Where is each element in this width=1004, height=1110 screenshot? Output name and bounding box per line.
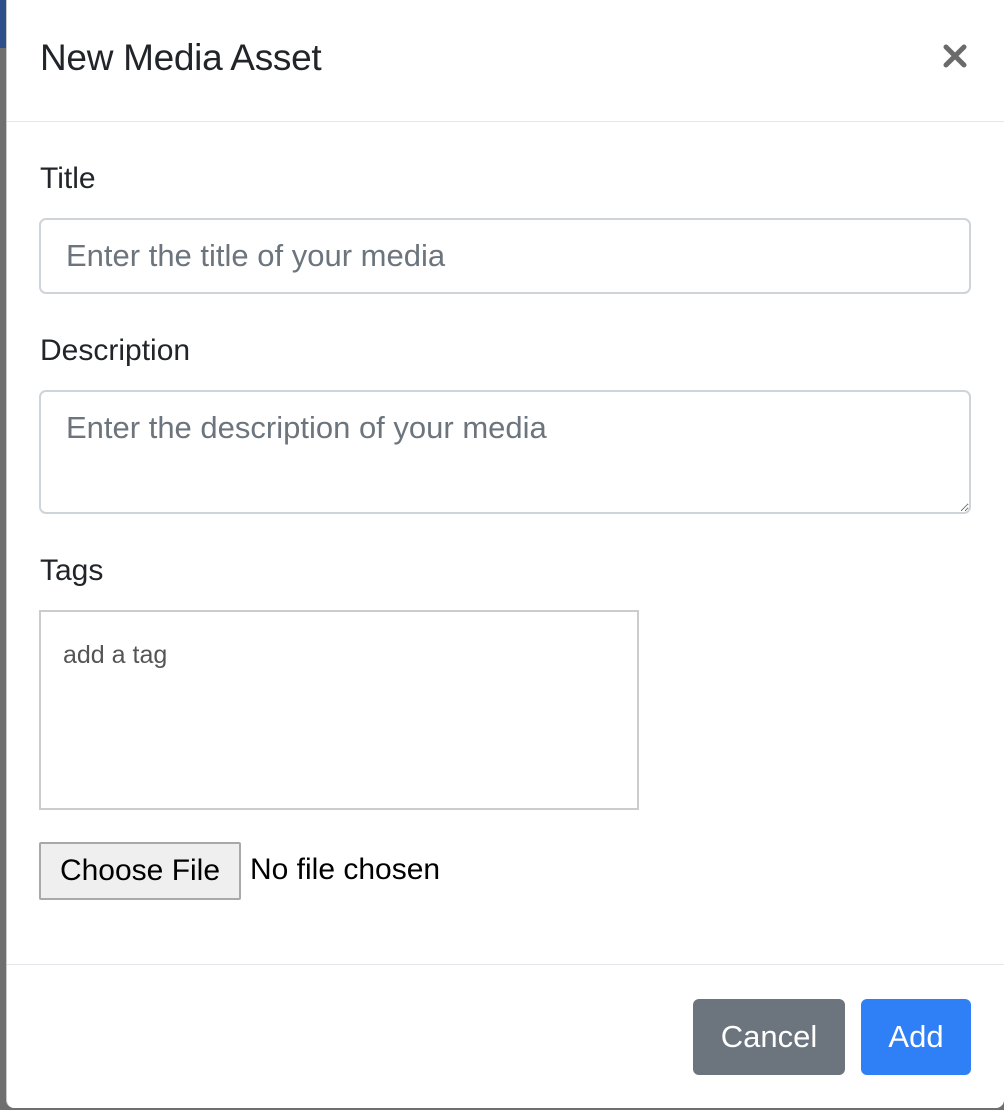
tags-label: Tags: [40, 554, 104, 587]
modal-footer: Cancel Add: [7, 964, 1004, 1108]
tag-input[interactable]: [63, 638, 603, 672]
tags-box[interactable]: [39, 610, 639, 810]
description-textarea[interactable]: [39, 390, 971, 514]
file-status: No file chosen: [250, 853, 441, 886]
title-label: Title: [40, 162, 96, 195]
close-icon: [943, 44, 967, 68]
cancel-button[interactable]: Cancel: [693, 999, 845, 1075]
description-label: Description: [40, 334, 191, 367]
modal-header: New Media Asset: [7, 0, 1004, 122]
new-media-modal: New Media Asset Title Description Tags C…: [6, 0, 1004, 1108]
choose-file-button[interactable]: Choose File: [39, 842, 241, 900]
add-button[interactable]: Add: [861, 999, 971, 1075]
modal-title: New Media Asset: [40, 37, 322, 78]
close-button[interactable]: [935, 36, 975, 76]
title-input[interactable]: [39, 218, 971, 294]
